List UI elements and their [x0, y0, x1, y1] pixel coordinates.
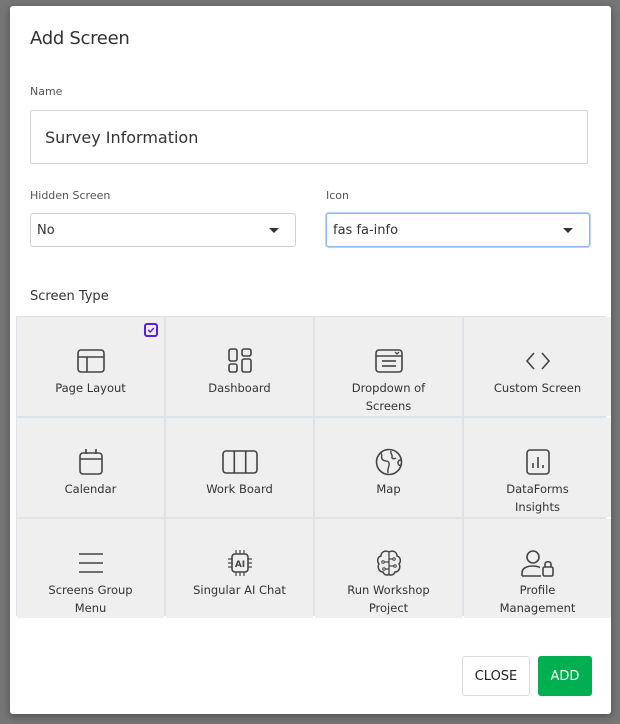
hidden-screen-select[interactable]: No: [30, 213, 296, 247]
screen-type-grid: Page Layout Dashboard Dropdown of Screen…: [16, 316, 611, 618]
tile-label: Profile Management: [499, 583, 576, 615]
brain-circuit-icon: [376, 550, 401, 576]
check-icon: [147, 327, 155, 334]
tile-label: Work Board: [206, 482, 273, 496]
tile-label: Dropdown of Screens: [351, 381, 426, 413]
globe-icon: [375, 448, 402, 476]
chevron-down-icon: [269, 227, 279, 233]
screen-type-dataforms-insights[interactable]: DataForms Insights: [464, 418, 611, 517]
hidden-screen-label: Hidden Screen: [30, 189, 111, 202]
screen-type-dropdown-of-screens[interactable]: Dropdown of Screens: [315, 317, 462, 416]
close-button[interactable]: CLOSE: [462, 656, 530, 696]
tile-label: Dashboard: [208, 381, 271, 395]
screen-type-screens-group-menu[interactable]: Screens Group Menu: [17, 519, 164, 618]
tile-label: Singular AI Chat: [193, 583, 286, 597]
tile-label: Page Layout: [55, 381, 126, 395]
bar-chart-icon: [525, 449, 550, 475]
icon-select[interactable]: fas fa-info: [326, 213, 590, 247]
add-screen-dialog: Add Screen Name Survey Information Hidde…: [10, 6, 611, 714]
tile-label: Calendar: [64, 482, 117, 496]
screen-type-custom-screen[interactable]: Custom Screen: [464, 317, 611, 416]
tile-label: Map: [376, 482, 401, 496]
dashboard-icon: [227, 348, 252, 373]
screen-type-work-board[interactable]: Work Board: [166, 418, 313, 517]
name-input[interactable]: Survey Information: [30, 110, 588, 164]
icon-label: Icon: [326, 189, 349, 202]
screen-type-calendar[interactable]: Calendar: [17, 418, 164, 517]
screen-type-singular-ai-chat[interactable]: AI Singular AI Chat: [166, 519, 313, 618]
hidden-screen-value: No: [37, 222, 55, 238]
screen-type-label: Screen Type: [30, 289, 109, 304]
screen-type-map[interactable]: Map: [315, 418, 462, 517]
selected-checkbox[interactable]: [144, 323, 158, 337]
tile-label: Screens Group Menu: [48, 583, 133, 615]
menu-icon: [78, 553, 103, 573]
screen-type-dashboard[interactable]: Dashboard: [166, 317, 313, 416]
ai-chip-icon: AI: [227, 550, 252, 576]
name-label: Name: [30, 85, 63, 98]
screen-type-profile-management[interactable]: Profile Management: [464, 519, 611, 618]
name-input-value: Survey Information: [45, 127, 199, 147]
tile-label: Custom Screen: [493, 381, 582, 395]
page-layout-icon: [76, 349, 105, 373]
svg-text:AI: AI: [234, 560, 244, 570]
columns-icon: [221, 450, 258, 474]
tile-label: Run Workshop Project: [347, 583, 430, 615]
screen-type-run-workshop-project[interactable]: Run Workshop Project: [315, 519, 462, 618]
screen-type-page-layout[interactable]: Page Layout: [17, 317, 164, 416]
tile-label: DataForms Insights: [506, 482, 569, 514]
dialog-title: Add Screen: [30, 28, 130, 49]
icon-select-value: fas fa-info: [333, 222, 399, 238]
add-button[interactable]: ADD: [538, 656, 592, 696]
code-icon: [525, 352, 550, 370]
calendar-icon: [78, 449, 103, 475]
dropdown-window-icon: [374, 349, 403, 373]
user-lock-icon: [520, 550, 554, 577]
chevron-down-icon: [563, 227, 573, 233]
